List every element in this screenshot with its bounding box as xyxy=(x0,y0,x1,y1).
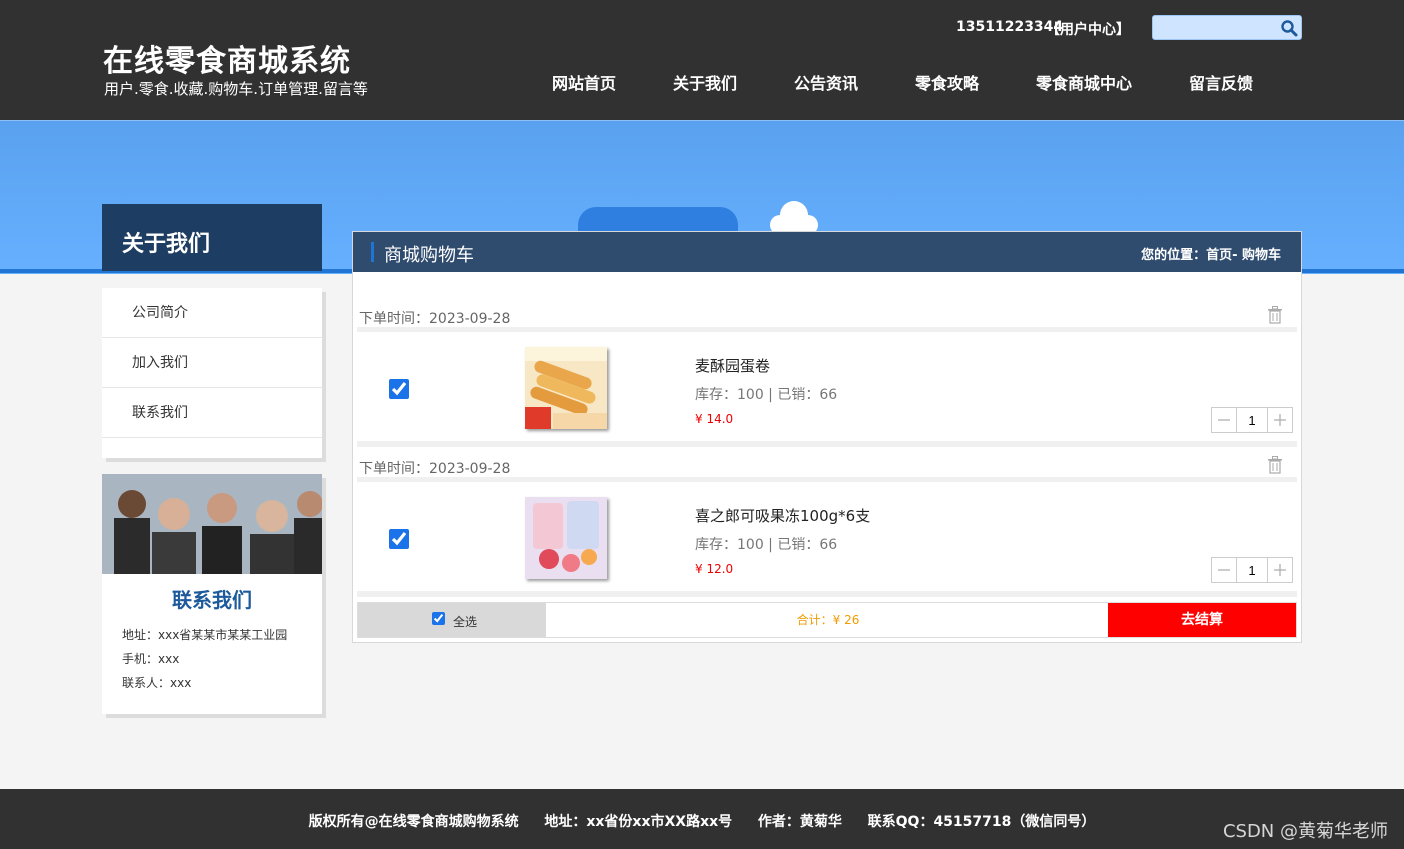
cart-header: 商城购物车 您的位置：首页- 购物车 xyxy=(353,232,1301,272)
contact-person: 联系人：xxx xyxy=(122,676,192,690)
footer-info: 版权所有@在线零食商城购物系统 地址：xx省份xx市XX路xx号 作者：黄菊华 … xyxy=(0,811,1404,831)
contact-title: 联系我们 xyxy=(172,588,252,612)
order-date-row: 下单时间：2023-09-28 xyxy=(357,452,1297,482)
footer-qq: 联系QQ：45157718（微信同号） xyxy=(867,814,1096,830)
order-date: 下单时间：2023-09-28 xyxy=(359,461,511,477)
trash-icon[interactable] xyxy=(1267,456,1283,474)
egg-roll-product-image[interactable] xyxy=(525,347,607,429)
minus-icon[interactable] xyxy=(1212,408,1236,432)
customer-service-photo xyxy=(102,474,322,574)
user-center-link[interactable]: 【用户中心】 xyxy=(1046,19,1130,39)
site-header: 在线零食商城系统 用户.零食.收藏.购物车.订单管理.留言等 135112233… xyxy=(0,0,1404,120)
sidebar-item-company[interactable]: 公司简介 xyxy=(102,288,322,338)
order-date-row: 下单时间：2023-09-28 xyxy=(357,302,1297,332)
search-box xyxy=(1152,15,1302,40)
contact-address: 地址：xxx省某某市某某工业园 xyxy=(122,628,288,642)
jelly-product-image[interactable] xyxy=(525,497,607,579)
quantity-stepper xyxy=(1211,557,1293,583)
cart-total: 合计：¥ 26 xyxy=(796,613,860,627)
search-icon[interactable] xyxy=(1280,19,1298,37)
sidebar-title: 关于我们 xyxy=(122,232,211,257)
select-all-area: 全选 xyxy=(358,603,546,637)
site-subtitle: 用户.零食.收藏.购物车.订单管理.留言等 xyxy=(104,80,368,98)
quantity-stepper xyxy=(1211,407,1293,433)
contact-phone: 手机：xxx xyxy=(122,652,180,666)
sidebar-menu: 公司简介 加入我们 联系我们 xyxy=(102,288,322,458)
nav-about[interactable]: 关于我们 xyxy=(673,70,737,94)
minus-icon[interactable] xyxy=(1212,558,1236,582)
watermark: CSDN @黄菊华老师 xyxy=(1222,821,1388,842)
plus-icon[interactable] xyxy=(1268,408,1292,432)
sidebar-item-contact[interactable]: 联系我们 xyxy=(102,388,322,438)
item-name[interactable]: 麦酥园蛋卷 xyxy=(695,355,770,376)
trash-icon[interactable] xyxy=(1267,306,1283,324)
footer-author: 作者：黄菊华 xyxy=(757,814,842,830)
footer-address: 地址：xx省份xx市XX路xx号 xyxy=(544,814,733,830)
plus-icon[interactable] xyxy=(1268,558,1292,582)
order-date: 下单时间：2023-09-28 xyxy=(359,311,511,327)
site-title: 在线零食商城系统 xyxy=(103,44,351,79)
select-all-checkbox[interactable] xyxy=(432,612,445,625)
nav-home[interactable]: 网站首页 xyxy=(552,70,616,94)
item-price: ¥ 12.0 xyxy=(695,562,734,576)
sidebar-item-join[interactable]: 加入我们 xyxy=(102,338,322,388)
cart-item-row: 麦酥园蛋卷 库存：100 | 已销：66 ¥ 14.0 xyxy=(357,337,1297,447)
nav-shop-center[interactable]: 零食商城中心 xyxy=(1036,70,1132,94)
nav-guide[interactable]: 零食攻略 xyxy=(915,70,979,94)
select-all-label[interactable]: 全选 xyxy=(453,613,477,630)
site-footer: 版权所有@在线零食商城购物系统 地址：xx省份xx市XX路xx号 作者：黄菊华 … xyxy=(0,789,1404,849)
item-name[interactable]: 喜之郎可吸果冻100g*6支 xyxy=(695,505,870,526)
search-input[interactable] xyxy=(1153,16,1278,39)
cart-summary-bar: 全选 合计：¥ 26 去结算 xyxy=(357,602,1297,638)
quantity-input[interactable] xyxy=(1236,558,1268,582)
contact-card: 联系我们 地址：xxx省某某市某某工业园 手机：xxx 联系人：xxx xyxy=(102,474,322,714)
quantity-input[interactable] xyxy=(1236,408,1268,432)
cart-item-row: 喜之郎可吸果冻100g*6支 库存：100 | 已销：66 ¥ 12.0 xyxy=(357,487,1297,597)
nav-feedback[interactable]: 留言反馈 xyxy=(1189,70,1253,94)
cart-panel: 商城购物车 您的位置：首页- 购物车 下单时间：2023-09-28 麦酥园蛋卷… xyxy=(352,231,1302,643)
item-price: ¥ 14.0 xyxy=(695,412,734,426)
item-checkbox[interactable] xyxy=(389,529,409,549)
item-checkbox[interactable] xyxy=(389,379,409,399)
item-stock: 库存：100 | 已销：66 xyxy=(695,537,838,553)
breadcrumb: 您的位置：首页- 购物车 xyxy=(1141,248,1281,263)
cart-title: 商城购物车 xyxy=(384,245,474,266)
checkout-button[interactable]: 去结算 xyxy=(1108,603,1296,637)
sidebar-title-box: 关于我们 xyxy=(102,204,322,271)
item-stock: 库存：100 | 已销：66 xyxy=(695,387,838,403)
footer-copyright: 版权所有@在线零食商城购物系统 xyxy=(308,814,519,830)
nav-news[interactable]: 公告资讯 xyxy=(794,70,858,94)
